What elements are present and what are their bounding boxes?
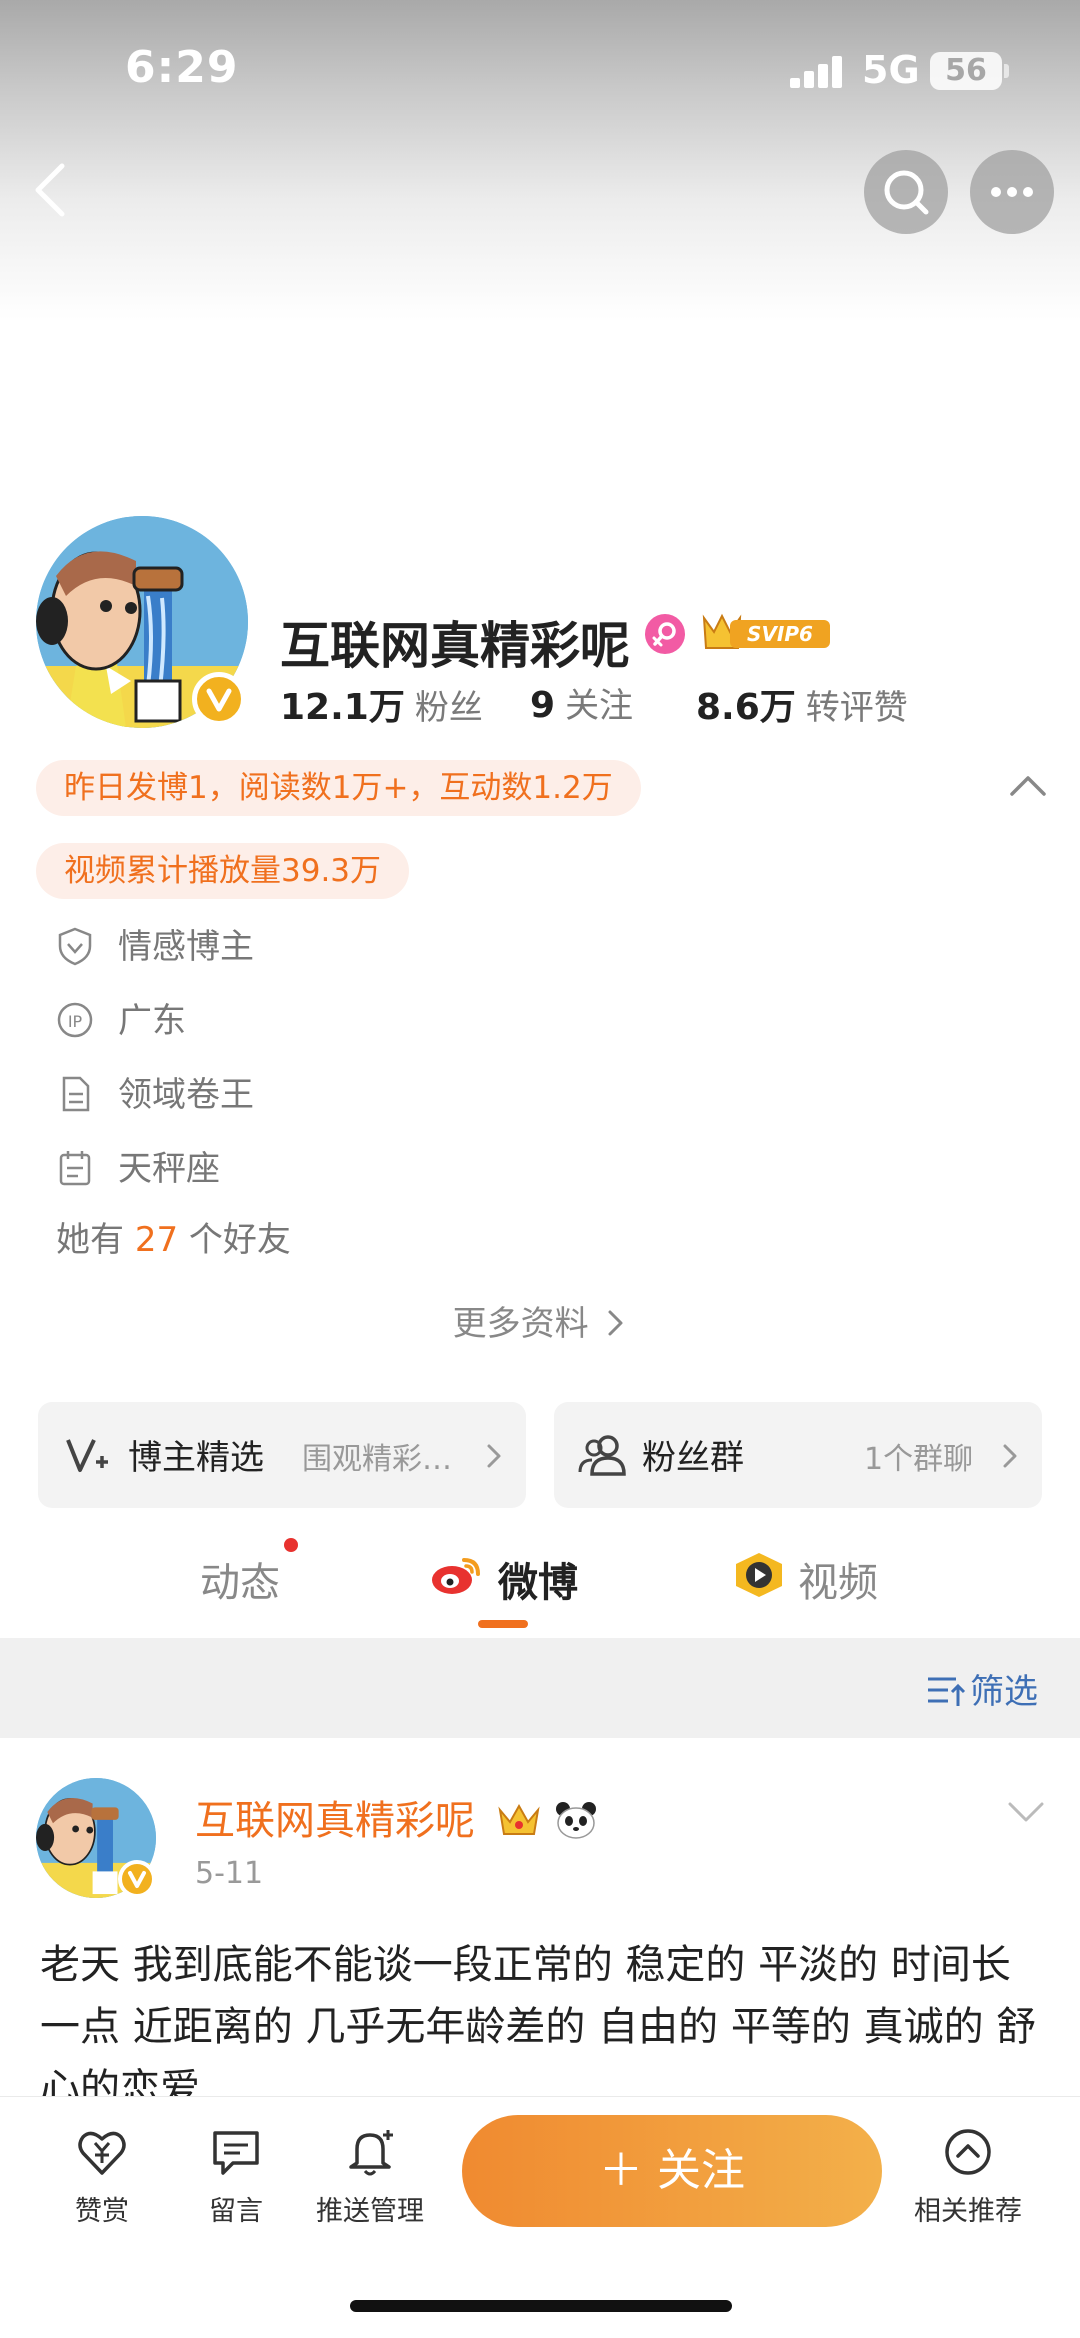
post-username[interactable]: 互联网真精彩呢 — [195, 1788, 598, 1846]
chevron-right-icon — [487, 1444, 501, 1468]
ip-icon: IP — [57, 1002, 93, 1038]
tab-video[interactable]: 视频 — [798, 1550, 878, 1608]
friends-suffix: 个好友 — [188, 1220, 291, 1260]
message-button[interactable]: 留言 — [176, 2125, 296, 2228]
search-button[interactable] — [864, 150, 948, 234]
card-fan-group-subtitle: 1个群聊 — [864, 1442, 974, 1477]
filter-bar: 筛选 — [0, 1638, 1080, 1738]
profile-name: 互联网真精彩呢 — [280, 617, 630, 675]
yuan-heart-icon — [78, 2131, 126, 2175]
chevron-up-icon[interactable] — [1008, 770, 1048, 800]
svip-badge-icon[interactable]: SVIP6 — [700, 610, 834, 654]
battery-icon: 56 — [930, 52, 1002, 90]
friends-count-row[interactable]: 她有 27 个好友 — [56, 1215, 291, 1265]
info-ip-text: 广东 — [118, 1001, 186, 1041]
stat-following[interactable]: 9 关注 — [530, 678, 633, 727]
profile-tabs: 动态 微博 视频 — [0, 1530, 1080, 1640]
crown-icon — [498, 1803, 540, 1835]
info-domain-text: 领域卷王 — [118, 1075, 254, 1115]
reward-button[interactable]: 赞赏 — [42, 2125, 162, 2228]
video-tab-icon — [736, 1553, 782, 1597]
chevron-right-icon — [608, 1310, 623, 1336]
follow-button[interactable]: ＋ 关注 — [462, 2115, 882, 2227]
svg-text:IP: IP — [68, 1012, 83, 1031]
highlight-yesterday[interactable]: 昨日发博1，阅读数1万+，互动数1.2万 — [36, 760, 641, 816]
verified-badge-icon — [192, 672, 246, 726]
filter-icon — [928, 1677, 966, 1706]
svip-label: SVIP6 — [747, 622, 813, 646]
back-icon[interactable] — [28, 160, 78, 220]
card-fan-group[interactable]: 粉丝群 1个群聊 — [554, 1402, 1042, 1508]
card-featured-subtitle: 围观精彩… — [302, 1442, 452, 1477]
document-icon — [62, 1076, 90, 1112]
stat-followers-value: 12.1万 — [280, 687, 405, 728]
shield-icon — [58, 927, 92, 966]
unread-dot — [284, 1538, 298, 1552]
push-settings-label: 推送管理 — [316, 2196, 424, 2227]
status-bar: 6:29 5G 56 — [0, 0, 1080, 140]
search-icon — [884, 170, 929, 215]
more-info-link[interactable]: 更多资料 — [0, 1296, 1080, 1345]
female-icon — [645, 614, 685, 654]
active-tab-indicator — [478, 1620, 528, 1628]
related-recommend-label: 相关推荐 — [914, 2196, 1022, 2227]
stat-interactions[interactable]: 8.6万 转评赞 — [696, 678, 908, 730]
card-featured-title: 博主精选 — [128, 1438, 264, 1478]
post-date: 5-11 — [195, 1856, 264, 1891]
weibo-logo-icon — [432, 1558, 480, 1594]
info-category-text: 情感博主 — [118, 927, 254, 967]
post-text: 老天 我到底能不能谈一段正常的 稳定的 平淡的 时间长一点 近距离的 几乎无年龄… — [40, 1942, 1037, 2112]
more-dots-icon — [991, 187, 1033, 197]
post-username-text: 互联网真精彩呢 — [195, 1798, 475, 1844]
filter-label: 筛选 — [970, 1672, 1038, 1712]
push-settings-button[interactable]: 推送管理 — [310, 2125, 430, 2228]
stat-interactions-value: 8.6万 — [696, 687, 796, 728]
card-fan-group-title: 粉丝群 — [642, 1438, 744, 1478]
chevron-right-icon — [1003, 1444, 1017, 1468]
calendar-icon — [59, 1151, 91, 1186]
highlight-video-plays[interactable]: 视频累计播放量39.3万 — [36, 843, 410, 899]
post-card[interactable]: 互联网真精彩呢 5-11 老天 我到底能不能谈一段正常的 稳定的 平淡的 时间长… — [0, 1738, 1080, 2112]
stat-followers-label: 粉丝 — [414, 688, 483, 728]
stat-following-value: 9 — [530, 685, 556, 726]
group-users-icon — [578, 1435, 626, 1476]
bell-icon — [349, 2130, 393, 2176]
home-indicator[interactable] — [350, 2300, 732, 2312]
message-label: 留言 — [209, 2196, 263, 2227]
signal-icon — [790, 56, 844, 88]
stat-following-label: 关注 — [565, 686, 634, 726]
friends-count: 27 — [134, 1220, 179, 1260]
chevron-down-icon[interactable] — [1006, 1798, 1046, 1826]
verified-badge-icon — [118, 1860, 156, 1898]
filter-button[interactable]: 筛选 — [926, 1664, 1038, 1713]
comment-icon — [213, 2131, 259, 2175]
info-zodiac-text: 天秤座 — [118, 1149, 220, 1189]
stat-interactions-label: 转评赞 — [805, 688, 908, 728]
reward-label: 赞赏 — [75, 2196, 129, 2227]
chevron-up-circle-icon — [945, 2129, 991, 2175]
network-label: 5G — [862, 48, 920, 92]
battery-tip — [1004, 64, 1009, 78]
featured-v-icon — [66, 1439, 108, 1472]
related-recommend-button[interactable]: 相关推荐 — [902, 2125, 1034, 2228]
friends-prefix: 她有 — [56, 1220, 124, 1260]
tab-weibo[interactable]: 微博 — [498, 1550, 578, 1608]
card-featured[interactable]: 博主精选 围观精彩… — [38, 1402, 526, 1508]
panda-icon — [556, 1802, 597, 1839]
tab-activity[interactable]: 动态 — [200, 1550, 280, 1608]
more-button[interactable] — [970, 150, 1054, 234]
more-info-label: 更多资料 — [452, 1304, 589, 1344]
stat-followers[interactable]: 12.1万 粉丝 — [280, 678, 483, 730]
status-time: 6:29 — [125, 42, 239, 93]
